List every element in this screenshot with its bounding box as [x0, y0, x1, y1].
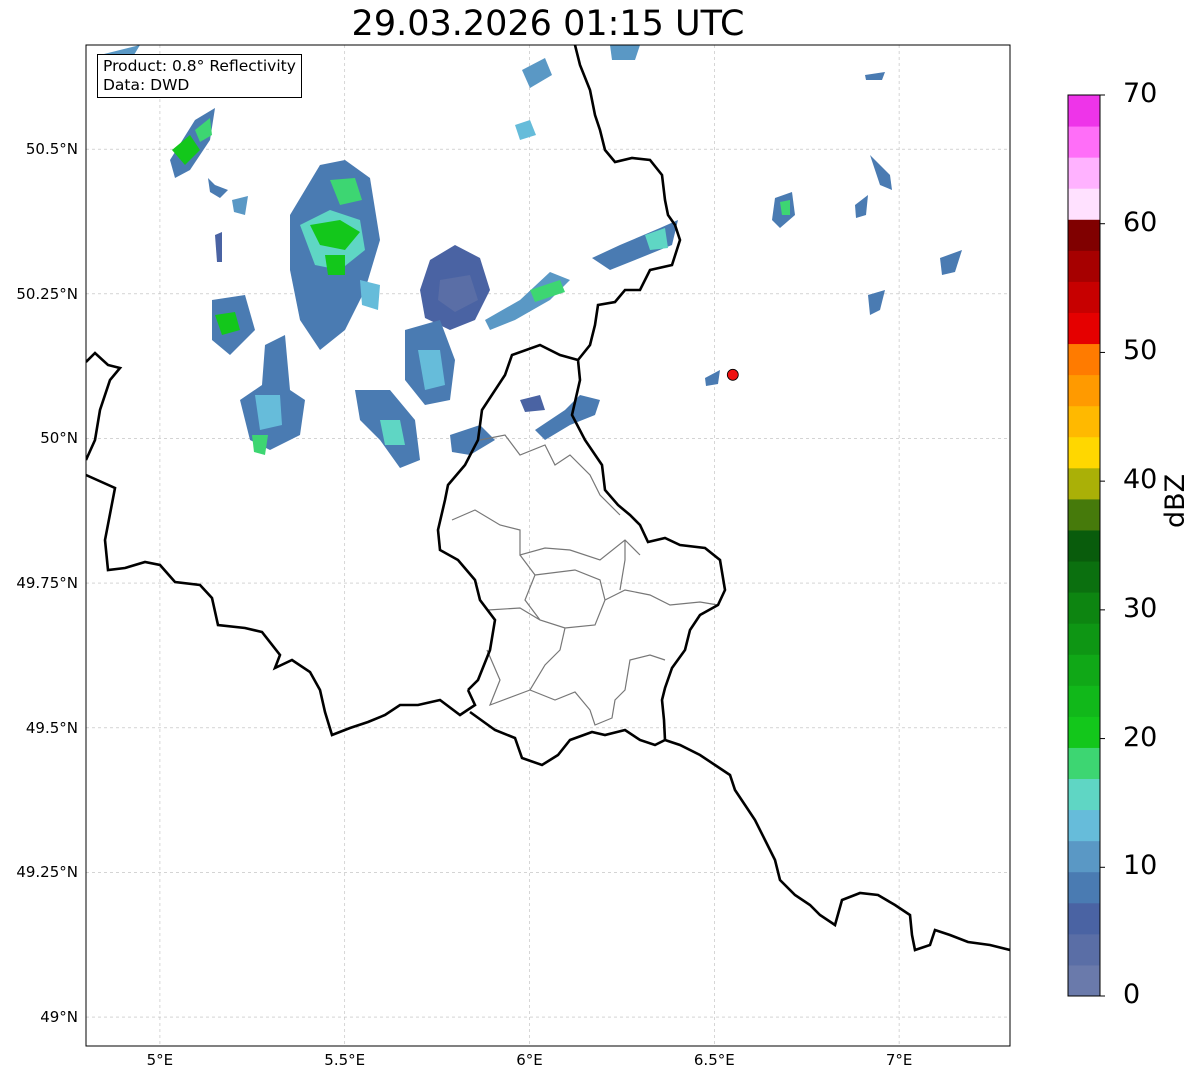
colorbar-segment: [1068, 654, 1100, 686]
lon-tick-label: 6°E: [516, 1051, 543, 1069]
lon-tick-label: 5.5°E: [324, 1051, 366, 1069]
border-france-germany: [664, 738, 1010, 952]
colorbar-label: dBZ: [1160, 473, 1191, 528]
radar-site-marker[interactable]: [726, 368, 739, 381]
canton-borders: [451, 434, 719, 726]
colorbar-segment: [1068, 529, 1100, 562]
lon-tick-label: 5°E: [146, 1051, 174, 1069]
colorbar-segment: [1068, 126, 1100, 158]
colorbar-segment: [1068, 840, 1100, 873]
colorbar-segment: [1068, 778, 1100, 811]
border-belgium-netherlands: [86, 351, 123, 461]
colorbar-segment: [1068, 281, 1100, 313]
colorbar-tick-label: 0: [1123, 979, 1141, 1010]
colorbar-segment: [1068, 498, 1100, 531]
lat-tick-label: 49.25°N: [16, 863, 78, 882]
colorbar-segment: [1068, 871, 1100, 904]
lat-tick-label: 50.5°N: [25, 140, 78, 159]
colorbar-segment: [1068, 592, 1100, 624]
colorbar-segment: [1068, 436, 1100, 469]
colorbar-segment: [1068, 623, 1100, 655]
borders-layer: [86, 45, 1010, 952]
colorbar-segment: [1068, 716, 1100, 748]
colorbar-segment: [1068, 188, 1100, 220]
colorbar-tick-label: 20: [1123, 721, 1158, 753]
colorbar-tick-label: 60: [1123, 206, 1158, 238]
colorbar-tick-label: 10: [1123, 850, 1158, 882]
colorbar-tick-label: 30: [1123, 592, 1158, 624]
colorbar-segment: [1068, 747, 1100, 780]
colorbar-segment: [1068, 157, 1100, 189]
product-label: Product: 0.8° Reflectivity: [103, 57, 296, 75]
reflectivity-layer: [100, 45, 962, 468]
colorbar-segment: [1068, 933, 1100, 966]
colorbar: [1067, 94, 1105, 997]
colorbar-segment: [1068, 964, 1100, 997]
echo-cluster-east: [515, 45, 962, 386]
colorbar-tick-label: 40: [1123, 464, 1158, 496]
colorbar-segment: [1068, 250, 1100, 282]
lat-tick-label: 49.5°N: [25, 718, 78, 737]
colorbar-segment: [1068, 374, 1100, 407]
border-belgium-germany: [573, 45, 682, 361]
colorbar-segment: [1068, 809, 1100, 842]
colorbar-segment: [1068, 685, 1100, 717]
colorbar-segment: [1068, 467, 1100, 500]
colorbar-segment: [1068, 219, 1100, 251]
map-frame: [85, 44, 1011, 1047]
data-source-label: Data: DWD: [103, 76, 190, 94]
colorbar-segment: [1068, 902, 1100, 935]
lat-tick-label: 50°N: [40, 429, 78, 448]
graticule: [86, 45, 1010, 1046]
lon-tick-label: 6.5°E: [693, 1051, 735, 1069]
colorbar-segment: [1068, 95, 1100, 127]
colorbar-segment: [1068, 343, 1100, 376]
colorbar-tick-label: 50: [1123, 335, 1158, 367]
colorbar-segment: [1068, 561, 1100, 593]
border-belgium-france: [86, 473, 477, 737]
colorbar-segment: [1068, 312, 1100, 345]
lat-tick-label: 49°N: [40, 1008, 78, 1027]
lon-tick-label: 7°E: [885, 1051, 913, 1069]
lat-tick-label: 50.25°N: [16, 284, 78, 303]
colorbar-tick-label: 70: [1123, 78, 1158, 109]
colorbar-segment: [1068, 405, 1100, 438]
info-box: Product: 0.8° Reflectivity Data: DWD: [97, 54, 302, 98]
radar-map: [85, 44, 1105, 1047]
lat-tick-label: 49.75°N: [16, 574, 78, 593]
